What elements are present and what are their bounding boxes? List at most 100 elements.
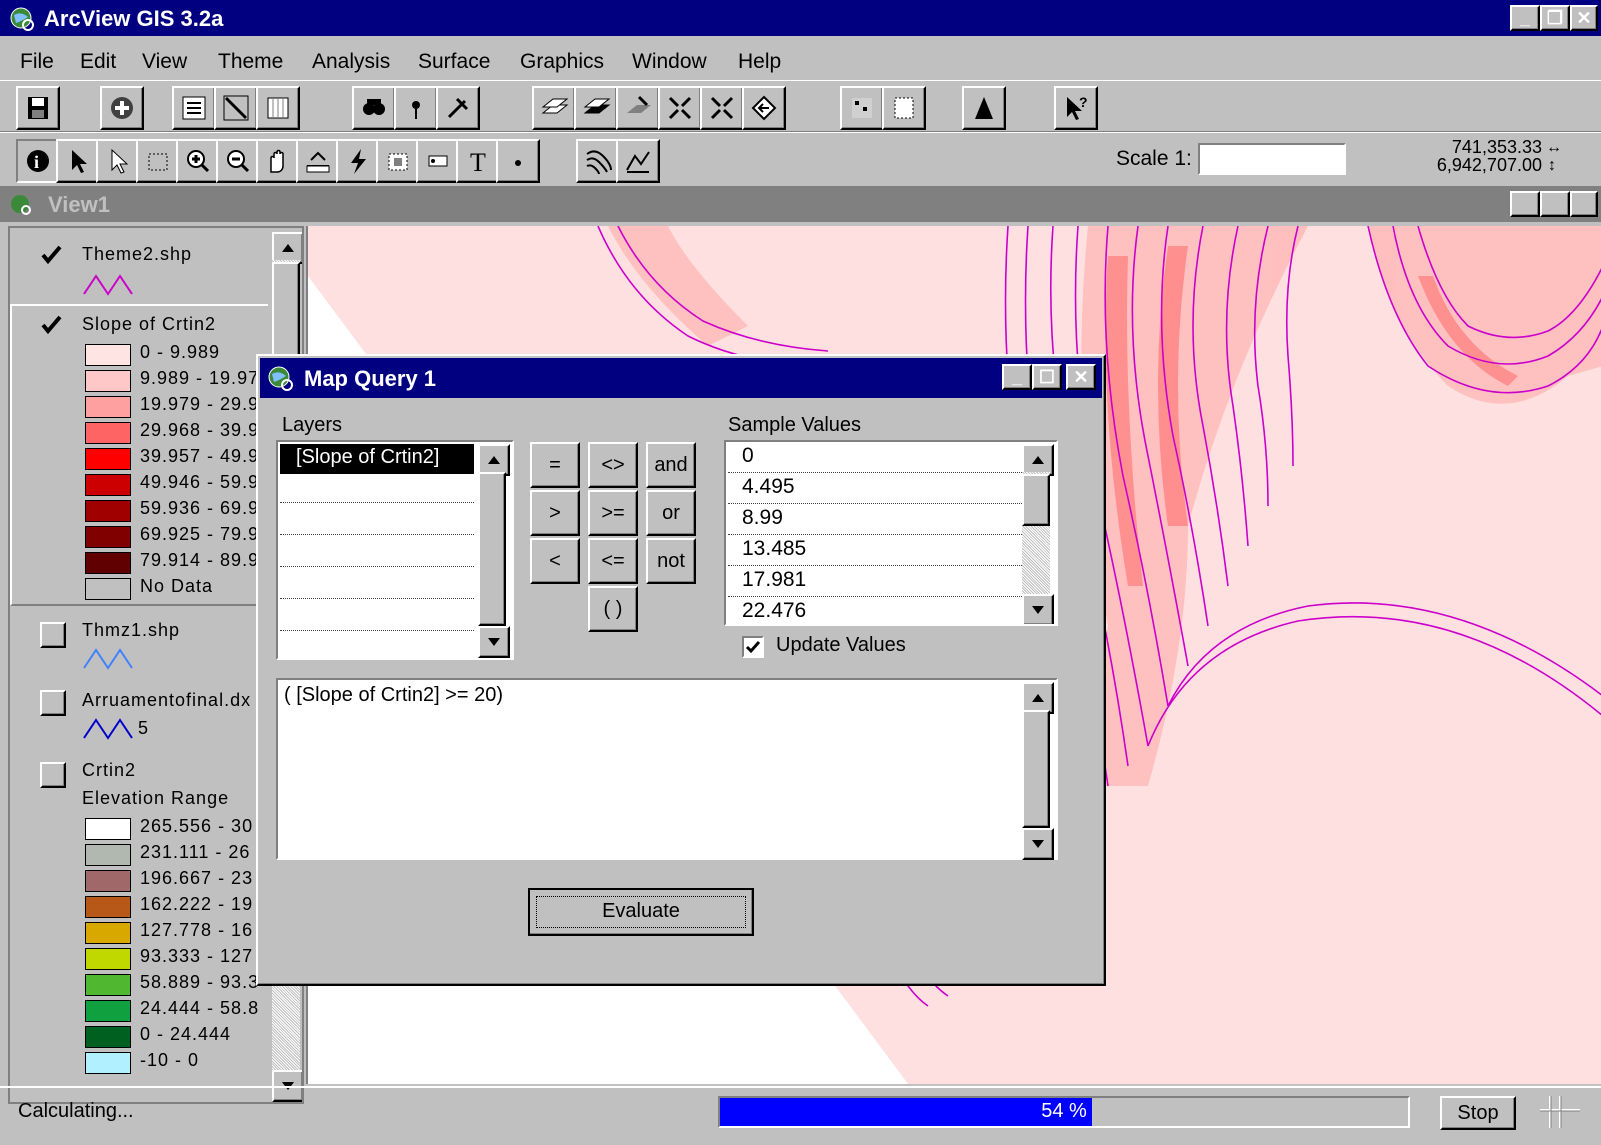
- sample-scroll-thumb[interactable]: [1022, 474, 1050, 526]
- theme-checkbox[interactable]: [40, 314, 62, 336]
- dialog-minimize-button[interactable]: _: [1002, 364, 1032, 390]
- app-title: ArcView GIS 3.2a: [44, 6, 224, 31]
- expression-scroll-down[interactable]: [1022, 828, 1054, 860]
- operator-greater-button[interactable]: >: [530, 490, 580, 536]
- operator-and-button[interactable]: and: [646, 442, 696, 488]
- vertex-edit-icon[interactable]: [96, 139, 140, 183]
- save-icon[interactable]: [16, 86, 60, 130]
- resize-grip-icon[interactable]: [1540, 1096, 1580, 1128]
- dialog-maximize-button[interactable]: ☐: [1032, 364, 1062, 390]
- view-minimize-button[interactable]: _: [1510, 191, 1540, 217]
- operator-equals-button[interactable]: =: [530, 442, 580, 488]
- zoom-out-fixed-icon[interactable]: [700, 86, 744, 130]
- legend-swatch: [85, 870, 131, 892]
- operator-greater-equal-button[interactable]: >=: [588, 490, 638, 536]
- profile-tool-icon[interactable]: [616, 139, 660, 183]
- update-values-checkbox[interactable]: [742, 636, 764, 658]
- menu-window[interactable]: Window: [632, 50, 707, 74]
- line-symbol-icon: [83, 648, 133, 670]
- minimize-button[interactable]: _: [1510, 5, 1540, 31]
- menu-surface[interactable]: Surface: [418, 50, 490, 74]
- measure-icon[interactable]: [296, 139, 340, 183]
- menu-theme[interactable]: Theme: [218, 50, 283, 74]
- sample-value-item[interactable]: 22.476: [742, 599, 806, 623]
- draw-point-icon[interactable]: [496, 139, 540, 183]
- operator-or-button[interactable]: or: [646, 490, 696, 536]
- help-pointer-icon[interactable]: ?: [1054, 86, 1098, 130]
- theme-name[interactable]: Arruamentofinal.dx: [82, 690, 251, 711]
- sample-scroll-down[interactable]: [1022, 594, 1054, 624]
- zoom-full-extent-icon[interactable]: [532, 86, 576, 130]
- dialog-titlebar[interactable]: Map Query 1 _ ☐ ✕: [260, 358, 1102, 398]
- close-button[interactable]: ✕: [1570, 5, 1598, 31]
- app-titlebar[interactable]: ArcView GIS 3.2a _ ❐ ✕: [0, 0, 1601, 36]
- zoom-out-icon[interactable]: [216, 139, 260, 183]
- theme-name[interactable]: Theme2.shp: [82, 244, 192, 265]
- attribute-table-icon[interactable]: [256, 86, 300, 130]
- add-theme-icon[interactable]: [100, 86, 144, 130]
- theme-checkbox[interactable]: [40, 244, 62, 266]
- zoom-previous-icon[interactable]: [742, 86, 786, 130]
- menu-help[interactable]: Help: [738, 50, 781, 74]
- query-builder-icon[interactable]: [436, 86, 480, 130]
- view-titlebar[interactable]: View1 _ ❐ ✕: [0, 186, 1601, 222]
- menu-graphics[interactable]: Graphics: [520, 50, 604, 74]
- view-close-button[interactable]: ✕: [1570, 191, 1598, 217]
- zoom-to-themes-icon[interactable]: [574, 86, 618, 130]
- dialog-close-button[interactable]: ✕: [1066, 364, 1096, 390]
- sample-value-item[interactable]: 13.485: [742, 537, 806, 561]
- operator-less-equal-button[interactable]: <=: [588, 538, 638, 584]
- scale-input[interactable]: [1198, 143, 1346, 175]
- operator-not-button[interactable]: not: [646, 538, 696, 584]
- theme-name[interactable]: Thmz1.shp: [82, 620, 180, 641]
- parentheses-button[interactable]: ( ): [588, 586, 638, 632]
- legend-value: 5: [138, 718, 149, 738]
- menu-analysis[interactable]: Analysis: [312, 50, 390, 74]
- theme-name[interactable]: Slope of Crtin2: [82, 314, 216, 335]
- select-by-theme-icon[interactable]: [840, 86, 884, 130]
- menu-view[interactable]: View: [142, 50, 187, 74]
- label-icon[interactable]: [416, 139, 460, 183]
- expression-scroll-track[interactable]: [1022, 710, 1050, 828]
- sample-values-list[interactable]: 0 4.495 8.99 13.485 17.981 22.476: [724, 440, 1058, 626]
- operator-not-equal-button[interactable]: <>: [588, 442, 638, 488]
- theme-checkbox[interactable]: [40, 690, 66, 716]
- hot-link-icon[interactable]: [336, 139, 380, 183]
- evaluate-button[interactable]: Evaluate: [528, 888, 754, 936]
- theme-name[interactable]: Crtin2: [82, 760, 136, 781]
- text-tool-icon[interactable]: T: [456, 139, 500, 183]
- menu-file[interactable]: File: [20, 50, 54, 74]
- zoom-in-icon[interactable]: [176, 139, 220, 183]
- expression-textarea[interactable]: ( [Slope of Crtin2] >= 20): [276, 678, 1058, 860]
- edit-legend-icon[interactable]: [214, 86, 258, 130]
- layers-list[interactable]: [Slope of Crtin2]: [276, 440, 514, 660]
- create-chart-icon[interactable]: [962, 86, 1006, 130]
- contour-tool-icon[interactable]: [576, 139, 620, 183]
- area-of-interest-icon[interactable]: [376, 139, 420, 183]
- identify-icon[interactable]: i: [16, 139, 60, 183]
- globe-icon: [8, 5, 34, 31]
- menu-edit[interactable]: Edit: [80, 50, 116, 74]
- clear-selection-icon[interactable]: [882, 86, 926, 130]
- theme-checkbox[interactable]: [40, 622, 66, 648]
- sample-value-item[interactable]: 17.981: [742, 568, 806, 592]
- sample-value-item[interactable]: 8.99: [742, 506, 783, 530]
- view-restore-button[interactable]: ❐: [1540, 191, 1570, 217]
- find-icon[interactable]: [352, 86, 396, 130]
- select-feature-icon[interactable]: [136, 139, 180, 183]
- sample-value-item[interactable]: 0: [742, 444, 754, 468]
- layers-scroll-track[interactable]: [478, 472, 506, 626]
- stop-button[interactable]: Stop: [1440, 1096, 1516, 1130]
- theme-checkbox[interactable]: [40, 762, 66, 788]
- pointer-icon[interactable]: [56, 139, 100, 183]
- pan-hand-icon[interactable]: [256, 139, 300, 183]
- legend-label: 39.957 - 49.9: [140, 446, 260, 466]
- locate-address-icon[interactable]: [394, 86, 438, 130]
- operator-less-button[interactable]: <: [530, 538, 580, 584]
- theme-properties-icon[interactable]: [172, 86, 216, 130]
- zoom-in-fixed-icon[interactable]: [658, 86, 702, 130]
- layers-scroll-down[interactable]: [478, 626, 510, 658]
- sample-value-item[interactable]: 4.495: [742, 475, 795, 499]
- restore-button[interactable]: ❐: [1540, 5, 1570, 31]
- zoom-to-selected-icon[interactable]: [616, 86, 660, 130]
